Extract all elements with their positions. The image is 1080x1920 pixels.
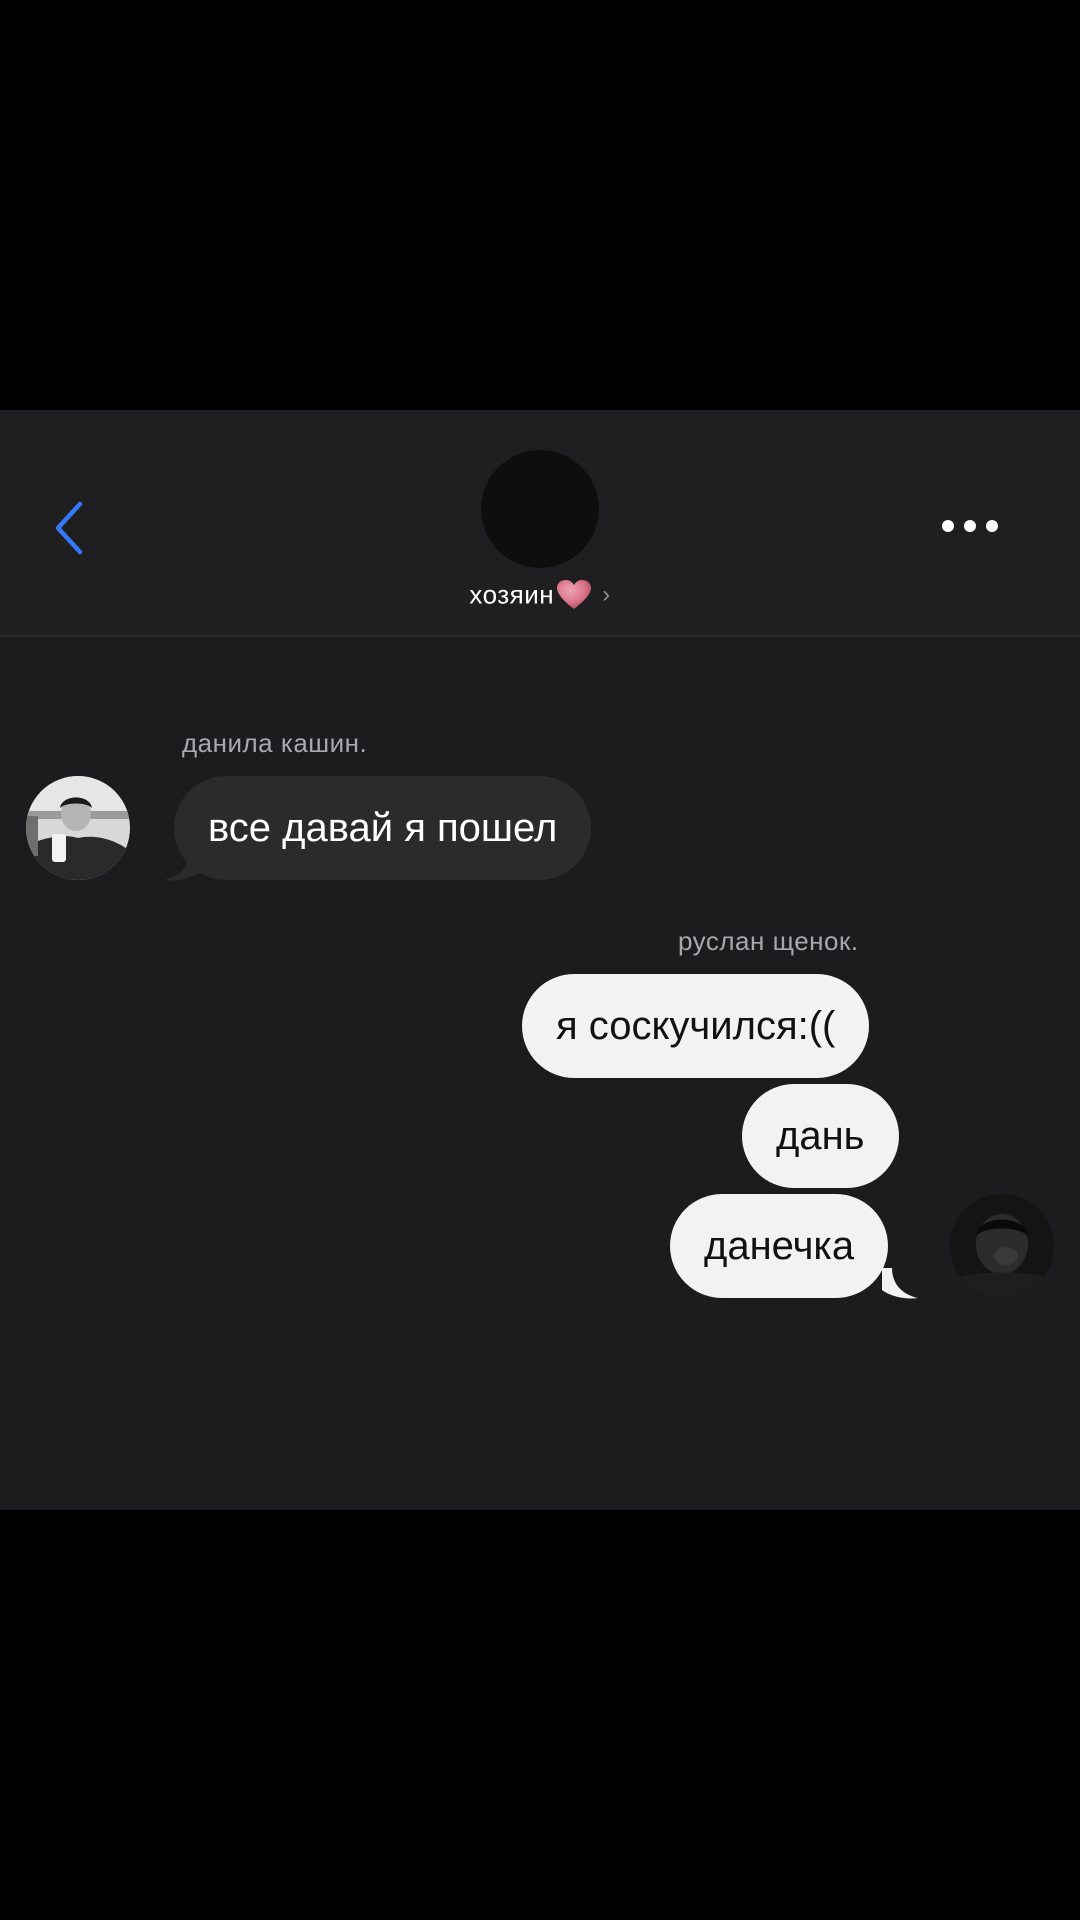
message-bubble-incoming[interactable]: все давай я пошел — [174, 776, 592, 880]
message-bubble-outgoing[interactable]: дань — [742, 1084, 899, 1188]
back-button[interactable] — [50, 498, 90, 558]
sender-name-outgoing: руслан щенок. — [678, 926, 859, 956]
avatar-outgoing[interactable] — [950, 1194, 1054, 1298]
more-dot — [986, 520, 998, 532]
avatar-incoming[interactable] — [26, 776, 130, 880]
message-bubble-outgoing[interactable]: я соскучился:(( — [522, 974, 870, 1078]
message-text: все давай я пошел — [208, 806, 558, 850]
message-bubble-outgoing[interactable]: данечка — [670, 1194, 889, 1298]
avatar-photo — [950, 1194, 1054, 1298]
chat-screen: хозяин › данила кашин. все давай я пошел… — [0, 410, 1080, 1510]
chat-header: хозяин › — [0, 410, 1080, 637]
page: хозяин › данила кашин. все давай я пошел… — [0, 0, 1080, 1920]
more-dot — [942, 520, 954, 532]
bubble-tail-outgoing — [882, 1268, 918, 1299]
chat-title-button[interactable]: хозяин › — [0, 578, 1080, 611]
message-text: я соскучился:(( — [556, 1004, 836, 1048]
chat-title: хозяин — [469, 579, 555, 610]
group-avatar[interactable] — [481, 450, 599, 568]
more-options-button[interactable] — [940, 514, 1000, 538]
more-dot — [964, 520, 976, 532]
chevron-left-icon — [55, 501, 83, 555]
heart-icon — [557, 580, 592, 610]
chevron-right-icon: › — [602, 581, 611, 609]
sender-name-incoming: данила кашин. — [182, 728, 368, 758]
bubble-tail-incoming — [164, 850, 200, 881]
message-text: дань — [776, 1114, 865, 1158]
avatar-photo — [26, 776, 130, 880]
message-text: данечка — [704, 1224, 855, 1268]
